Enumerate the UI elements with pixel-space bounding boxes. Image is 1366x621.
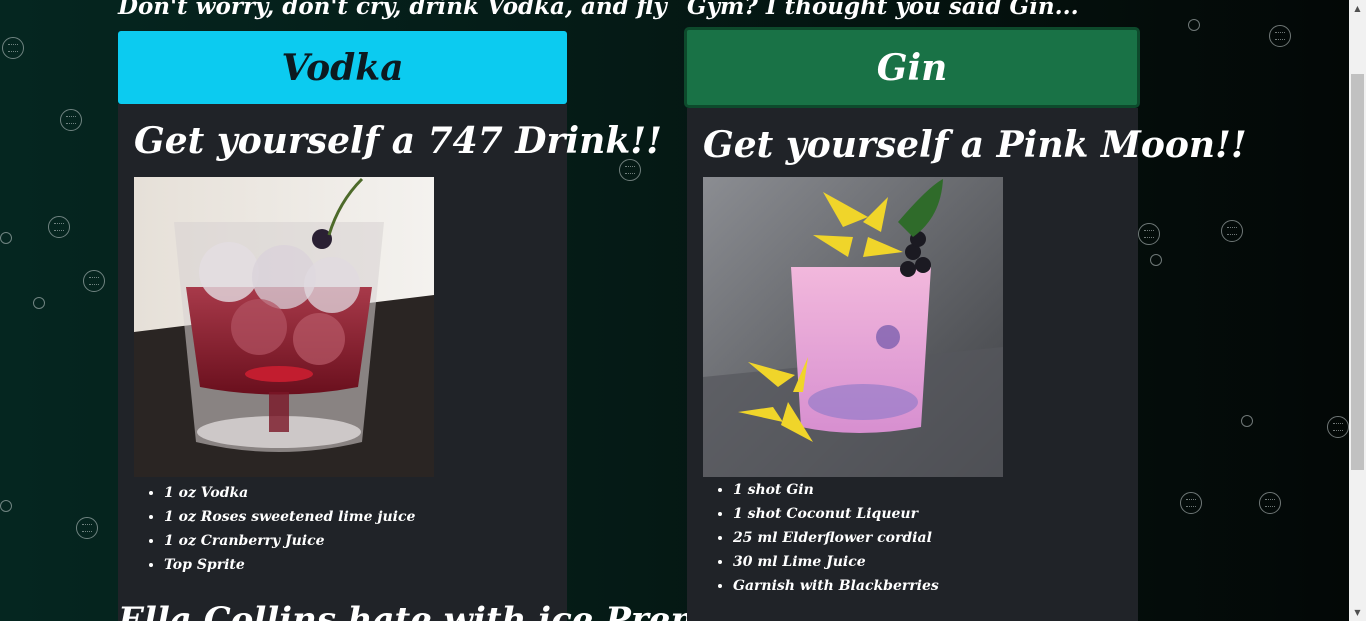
scroll-down-icon[interactable]: ▼ <box>1349 604 1366 621</box>
background-face-icon <box>1150 254 1162 266</box>
vodka-card-title: Get yourself a 747 Drink!! <box>134 120 662 162</box>
background-face-icon <box>33 297 45 309</box>
background-face-icon <box>83 270 105 292</box>
gin-ingredients-list: 1 shot Gin 1 shot Coconut Liqueur 25 ml … <box>733 478 939 598</box>
scroll-up-icon[interactable]: ▲ <box>1349 0 1366 17</box>
gin-button[interactable]: Gin <box>684 27 1140 108</box>
background-face-icon <box>619 159 641 181</box>
list-item: 1 shot Coconut Liqueur <box>733 502 939 526</box>
list-item: Garnish with Blackberries <box>733 574 939 598</box>
gin-cocktail-card: Get yourself a Pink Moon!! • 1 shot Gin … <box>687 108 1247 621</box>
list-item: 1 shot Gin <box>733 478 939 502</box>
background-face-icon <box>1327 416 1349 438</box>
background-face-icon <box>1138 223 1160 245</box>
background-face-icon <box>1221 220 1243 242</box>
vodka-cocktail-card: Get yourself a 747 Drink!! • 1 oz Vodka … <box>118 104 662 621</box>
list-item: Top Sprite <box>164 553 415 577</box>
background-face-icon <box>2 37 24 59</box>
background-face-icon <box>76 517 98 539</box>
747-drink-photo <box>134 177 434 477</box>
background-face-icon <box>1259 492 1281 514</box>
background-face-icon <box>1269 25 1291 47</box>
list-item: 1 oz Vodka <box>164 481 415 505</box>
vertical-scrollbar[interactable]: ▲ ▼ <box>1349 0 1366 621</box>
pink-moon-photo <box>703 177 1003 477</box>
background-face-icon <box>60 109 82 131</box>
background-face-icon <box>1180 492 1202 514</box>
list-item: 1 oz Roses sweetened lime juice <box>164 505 415 529</box>
gin-card-title: Get yourself a Pink Moon!! <box>703 124 1247 166</box>
list-item: 25 ml Elderflower cordial <box>733 526 939 550</box>
background-face-icon <box>48 216 70 238</box>
background-face-icon <box>0 232 12 244</box>
next-card-title: Ella Collins hate with ice Premix <box>118 600 740 621</box>
scrollbar-thumb[interactable] <box>1351 74 1364 470</box>
list-item: 1 oz Cranberry Juice <box>164 529 415 553</box>
vodka-tagline: Don't worry, don't cry, drink Vodka, and… <box>118 0 667 20</box>
vodka-button[interactable]: Vodka <box>118 31 567 104</box>
background-face-icon <box>1241 415 1253 427</box>
vodka-ingredients-list: 1 oz Vodka 1 oz Roses sweetened lime jui… <box>164 481 415 577</box>
background-face-icon <box>0 500 12 512</box>
background-face-icon <box>1188 19 1200 31</box>
gin-tagline: Gym? I thought you said Gin... <box>687 0 1079 20</box>
list-item: 30 ml Lime Juice <box>733 550 939 574</box>
